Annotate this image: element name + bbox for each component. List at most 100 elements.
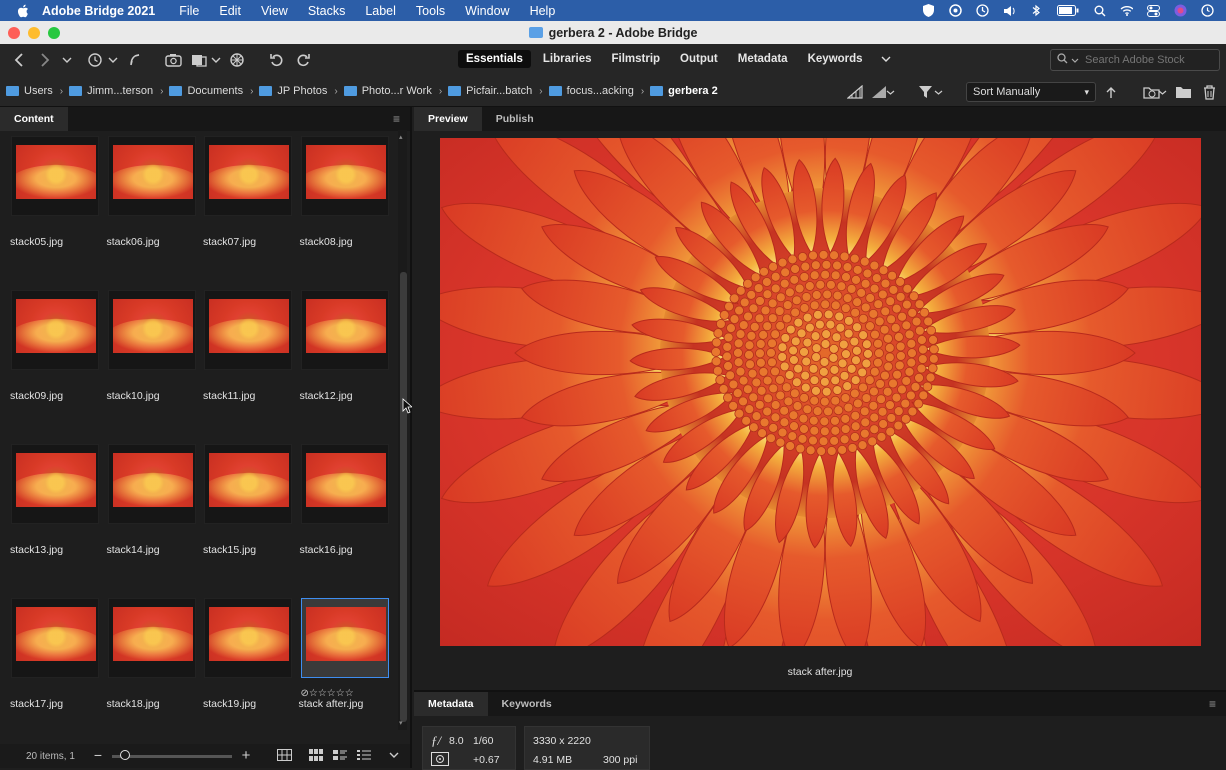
close-window-button[interactable] (8, 27, 20, 39)
thumbnail-frame[interactable] (300, 290, 389, 370)
chevron-down-icon[interactable] (106, 49, 120, 71)
thumbnail-item[interactable]: stack13.jpg (9, 444, 105, 594)
tab-keywords[interactable]: Keywords (488, 692, 566, 716)
tab-publish[interactable]: Publish (482, 107, 548, 131)
open-in-camera-raw-icon[interactable] (226, 49, 248, 71)
menu-stacks[interactable]: Stacks (308, 4, 346, 18)
spotlight-search-icon[interactable] (1093, 4, 1106, 17)
menu-view[interactable]: View (261, 4, 288, 18)
menu-window[interactable]: Window (465, 4, 509, 18)
workspace-output[interactable]: Output (672, 50, 726, 68)
thumbnail-size-slider-handle[interactable] (120, 750, 130, 760)
scroll-down-arrow-icon[interactable]: ▾ (399, 719, 403, 727)
thumbnail-frame[interactable] (204, 444, 292, 524)
thumbnail-item[interactable]: stack18.jpg (106, 598, 202, 743)
thumbnail-frame[interactable] (11, 290, 99, 370)
thumbnail-frame[interactable] (107, 598, 196, 678)
panel-menu-icon[interactable]: ≡ (393, 112, 400, 126)
apple-icon[interactable] (14, 4, 32, 18)
thumbnail-item[interactable]: stack10.jpg (106, 290, 202, 440)
breadcrumb-current[interactable]: gerbera 2 (650, 85, 718, 97)
menu-help[interactable]: Help (530, 4, 556, 18)
thumbnail-item[interactable]: stack07.jpg (202, 136, 298, 286)
chevron-down-icon[interactable] (386, 748, 402, 762)
thumbnail-item[interactable]: stack12.jpg (299, 290, 395, 440)
thumbnail-item[interactable]: stack19.jpg (202, 598, 298, 743)
thumbnail-item[interactable]: stack11.jpg (202, 290, 298, 440)
tab-content[interactable]: Content (0, 107, 68, 131)
scroll-up-arrow-icon[interactable]: ▴ (399, 133, 403, 141)
view-list-icon[interactable] (356, 748, 372, 762)
rotate-left-icon[interactable] (266, 49, 288, 71)
workspace-libraries[interactable]: Libraries (535, 50, 600, 68)
breadcrumb-item[interactable]: JP Photos (259, 85, 327, 97)
workspace-metadata[interactable]: Metadata (730, 50, 796, 68)
creative-cloud-icon[interactable] (949, 4, 962, 17)
thumbnail-frame[interactable] (107, 136, 196, 216)
thumbnail-item[interactable]: stack08.jpg (299, 136, 395, 286)
rotate-right-icon[interactable] (292, 49, 314, 71)
breadcrumb-item[interactable]: Users (6, 85, 53, 97)
breadcrumb-item[interactable]: Picfair...batch (448, 85, 532, 97)
quality-thumbnail-icon[interactable] (844, 82, 866, 102)
thumbnail-frame[interactable] (107, 444, 196, 524)
time-machine-icon[interactable] (976, 4, 989, 17)
preview-image[interactable] (440, 138, 1201, 646)
minimize-window-button[interactable] (28, 27, 40, 39)
thumbnail-item[interactable]: stack17.jpg (9, 598, 105, 743)
breadcrumb-item[interactable]: Jimm...terson (69, 85, 153, 97)
back-icon[interactable] (8, 49, 30, 71)
breadcrumb-item[interactable]: Photo...r Work (343, 85, 432, 97)
thumbnail-frame[interactable] (11, 598, 99, 678)
sort-dropdown[interactable]: Sort Manually ▾ (966, 82, 1096, 102)
workspace-more-chevron-icon[interactable] (875, 50, 897, 68)
recent-history-icon[interactable] (84, 49, 106, 71)
chevron-down-icon[interactable] (884, 82, 896, 102)
zoom-out-minus-icon[interactable]: − (90, 747, 106, 763)
thumbnail-item[interactable]: stack05.jpg (9, 136, 105, 286)
thumbnail-item[interactable]: stack16.jpg (299, 444, 395, 594)
thumbnail-frame[interactable] (300, 444, 389, 524)
stock-search-box[interactable] (1050, 49, 1220, 71)
view-details-icon[interactable] (332, 748, 348, 762)
tab-preview[interactable]: Preview (414, 107, 482, 131)
workspace-keywords[interactable]: Keywords (800, 50, 871, 68)
chevron-down-icon[interactable] (932, 82, 944, 102)
menubar-app-name[interactable]: Adobe Bridge 2021 (42, 4, 155, 18)
thumbnail-frame[interactable] (300, 136, 389, 216)
thumbnail-frame[interactable] (204, 598, 292, 678)
forward-icon[interactable] (34, 49, 56, 71)
menu-file[interactable]: File (179, 4, 199, 18)
thumbnail-frame[interactable] (204, 290, 292, 370)
menu-label[interactable]: Label (365, 4, 396, 18)
thumbnail-item[interactable]: stack14.jpg (106, 444, 202, 594)
bluetooth-icon[interactable] (1030, 4, 1043, 17)
menu-edit[interactable]: Edit (219, 4, 241, 18)
thumbnail-item[interactable]: stack06.jpg (106, 136, 202, 286)
boomerang-icon[interactable] (124, 49, 146, 71)
workspace-filmstrip[interactable]: Filmstrip (603, 50, 668, 68)
thumbnail-frame[interactable] (107, 290, 196, 370)
thumbnail-frame[interactable] (11, 444, 99, 524)
content-scrollbar-thumb[interactable] (400, 272, 407, 722)
clock-icon[interactable] (1201, 4, 1214, 17)
thumbnail-frame[interactable] (300, 598, 389, 678)
zoom-in-plus-icon[interactable]: + (238, 747, 254, 764)
lock-thumbnail-grid-icon[interactable] (276, 748, 292, 762)
thumbnail-item[interactable]: ⊘☆☆☆☆☆ stack after.jpg (299, 598, 395, 743)
refine-icon[interactable] (188, 49, 210, 71)
get-photos-camera-icon[interactable] (162, 49, 184, 71)
siri-icon[interactable] (1174, 4, 1187, 17)
thumbnail-item[interactable]: stack09.jpg (9, 290, 105, 440)
chevron-down-icon[interactable] (210, 49, 222, 71)
chevron-down-icon[interactable] (1156, 82, 1168, 102)
wifi-icon[interactable] (1120, 4, 1133, 17)
search-input[interactable] (1085, 54, 1215, 66)
tab-metadata[interactable]: Metadata (414, 692, 488, 716)
thumbnail-frame[interactable] (204, 136, 292, 216)
sort-ascending-arrow-icon[interactable] (1100, 82, 1122, 102)
chevron-down-icon[interactable] (60, 49, 74, 71)
breadcrumb-item[interactable]: focus...acking (548, 85, 634, 97)
workspace-essentials[interactable]: Essentials (458, 50, 531, 68)
shield-icon[interactable] (922, 4, 935, 17)
